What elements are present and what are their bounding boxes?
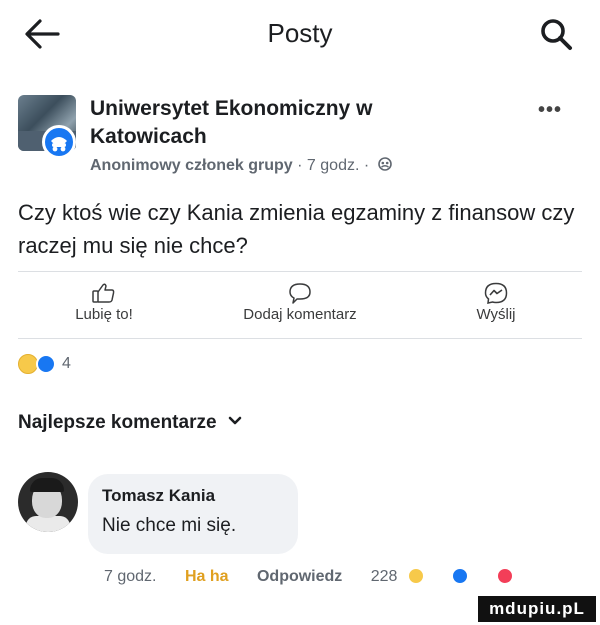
- haha-reaction-icon: [18, 354, 38, 374]
- send-button[interactable]: Wyślij: [406, 278, 586, 334]
- like-button[interactable]: Lubię to!: [14, 278, 194, 334]
- chevron-down-icon: [228, 416, 242, 425]
- comment-button[interactable]: Dodaj komentarz: [210, 278, 390, 334]
- comment-sort-dropdown[interactable]: Najlepsze komentarze: [18, 412, 242, 434]
- post-meta: Anonimowy członek grupy · 7 godz. ·: [90, 157, 392, 175]
- comment-time: 7 godz.: [104, 568, 157, 585]
- thumbs-up-icon: [92, 283, 115, 303]
- page-title: Posty: [267, 18, 333, 48]
- comment-reaction-button[interactable]: Ha ha: [185, 568, 229, 585]
- reactions-summary[interactable]: 4: [18, 352, 71, 376]
- comment-sort-label: Najlepsze komentarze: [18, 412, 217, 433]
- send-label: Wyślij: [476, 306, 516, 323]
- meta-separator: ·: [297, 157, 303, 174]
- comment-bubble: Tomasz Kania Nie chce mi się.: [88, 474, 298, 554]
- avatar-hair: [30, 478, 64, 492]
- anonymous-mask-icon: [51, 137, 67, 152]
- anonymous-badge-icon: [42, 125, 76, 159]
- angry-reaction-icon: [496, 568, 513, 584]
- comment-text: Nie chce mi się.: [102, 515, 237, 536]
- comment-author[interactable]: Tomasz Kania: [102, 484, 284, 508]
- search-icon[interactable]: [538, 16, 574, 52]
- post-time[interactable]: 7 godz.: [307, 157, 359, 174]
- post-body: Czy ktoś wie czy Kania zmienia egzaminy …: [18, 200, 575, 258]
- divider: [18, 338, 582, 339]
- more-options-icon[interactable]: •••: [538, 99, 562, 122]
- reply-button[interactable]: Odpowiedz: [257, 568, 342, 585]
- comment-actions: 7 godz. Ha ha Odpowiedz 228: [104, 568, 537, 586]
- reactions-count: 4: [62, 355, 71, 372]
- like-label: Lubię to!: [75, 306, 133, 323]
- comment-reaction-count[interactable]: 228: [371, 568, 398, 585]
- meta-separator-2: ·: [363, 157, 370, 174]
- like-reaction-icon: [452, 568, 469, 584]
- site-watermark: mdupiu.pL: [478, 596, 596, 622]
- audience-group-icon: [377, 157, 392, 171]
- haha-reaction-icon: [407, 568, 424, 584]
- post-header: Uniwersytet Ekonomiczny w Katowicach •••…: [18, 95, 588, 185]
- comment-label: Dodaj komentarz: [243, 306, 357, 323]
- like-reaction-icon: [36, 354, 56, 374]
- comment-bubble-icon: [289, 283, 311, 304]
- messenger-icon: [484, 282, 508, 304]
- commenter-avatar[interactable]: [18, 472, 78, 532]
- divider: [18, 271, 582, 272]
- avatar-collar: [26, 516, 70, 532]
- top-bar: Posty: [0, 0, 600, 68]
- post-actions: Lubię to! Dodaj komentarz Wyślij: [0, 278, 600, 334]
- post-author: Anonimowy członek grupy: [90, 157, 293, 174]
- group-name-link[interactable]: Uniwersytet Ekonomiczny w Katowicach: [90, 95, 460, 151]
